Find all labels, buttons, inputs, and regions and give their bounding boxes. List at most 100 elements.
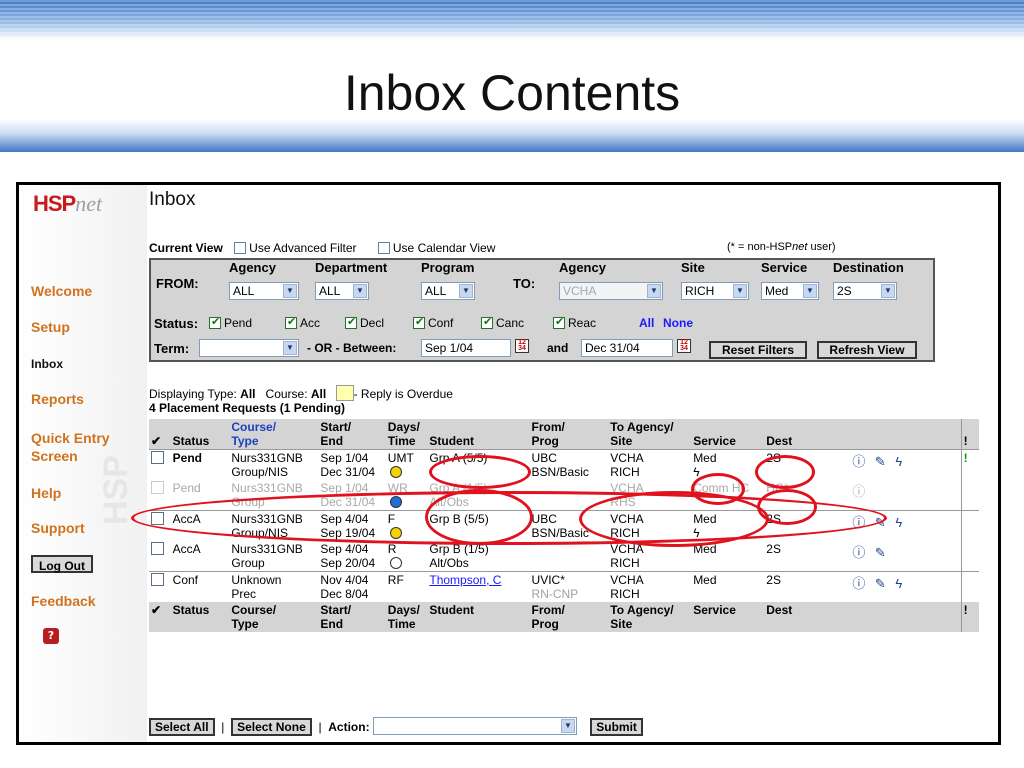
- nav-setup[interactable]: Setup: [31, 319, 70, 335]
- calendar-icon[interactable]: 12 34: [677, 339, 691, 353]
- destination-header: Destination: [833, 260, 904, 275]
- status-acc[interactable]: Acc: [285, 315, 320, 330]
- clock-icon: [389, 496, 402, 508]
- status-label: Status:: [154, 316, 199, 331]
- left-nav: HSPnet HSP Welcome Setup Inbox Reports Q…: [19, 185, 147, 742]
- course-column-header[interactable]: Course/: [231, 420, 276, 434]
- term-label: Term:: [154, 341, 190, 356]
- reac-checkbox[interactable]: [553, 315, 565, 329]
- from-program-select[interactable]: ALL ▼: [421, 282, 475, 300]
- table-row[interactable]: Pend Nurs331GNB Group/NIS Sep 1/04 Dec 31/…: [149, 449, 979, 480]
- table-row[interactable]: AccA Nurs331GNB Group Sep 4/04 Sep 20/04 R…: [149, 541, 979, 572]
- program-header: Program: [421, 260, 475, 275]
- overdue-legend-swatch: [335, 385, 354, 401]
- to-site-select[interactable]: RICH ▼: [681, 282, 749, 300]
- page-heading: Inbox: [149, 189, 196, 210]
- row-checkbox[interactable]: [151, 451, 164, 464]
- help-book-icon[interactable]: ?: [43, 628, 59, 644]
- nav-quick-entry-screen[interactable]: Quick Entry Screen: [31, 429, 141, 465]
- chevron-down-icon: ▼: [283, 284, 297, 298]
- lightning-icon: ϟ: [693, 526, 700, 540]
- to-destination-select[interactable]: 2S ▼: [833, 282, 897, 300]
- reset-filters-button[interactable]: Reset Filters: [709, 341, 807, 359]
- row-checkbox[interactable]: [151, 481, 164, 494]
- chevron-down-icon: ▼: [459, 284, 473, 298]
- chevron-down-icon: ▼: [647, 284, 661, 298]
- table-row[interactable]: AccA Nurs331GNB Group/NIS Sep 4/04 Sep 19/…: [149, 510, 979, 541]
- to-agency-select[interactable]: VCHA ▼: [559, 282, 663, 300]
- chevron-down-icon: ▼: [560, 719, 575, 733]
- refresh-view-button[interactable]: Refresh View: [817, 341, 917, 359]
- canc-checkbox[interactable]: [481, 315, 493, 329]
- nav-help[interactable]: Help: [31, 485, 61, 501]
- nav-feedback[interactable]: Feedback: [31, 593, 96, 609]
- chevron-down-icon: ▼: [803, 284, 817, 298]
- hspnet-logo: HSPnet: [33, 191, 103, 216]
- conf-checkbox[interactable]: [413, 315, 425, 329]
- flag-column-header: !: [960, 419, 979, 450]
- term-select[interactable]: ▼: [199, 339, 299, 357]
- end-date-input[interactable]: Dec 31/04: [581, 339, 673, 357]
- status-conf[interactable]: Conf: [413, 315, 453, 330]
- chevron-down-icon: ▼: [353, 284, 367, 298]
- row-actions-icons[interactable]: ⓘ ✎ ϟ: [850, 449, 962, 480]
- advanced-filter-checkbox[interactable]: [234, 242, 247, 254]
- acc-checkbox[interactable]: [285, 315, 297, 329]
- dest-column-header: Dest: [766, 434, 793, 448]
- pend-checkbox[interactable]: [209, 315, 221, 329]
- select-column-header: ✔: [151, 434, 162, 448]
- agency-header: Agency: [229, 260, 276, 275]
- calendar-icon[interactable]: 12 34: [515, 339, 529, 353]
- student-column-header[interactable]: Student: [427, 419, 529, 450]
- and-label: and: [547, 341, 569, 355]
- to-label: TO:: [513, 276, 536, 291]
- status-decl[interactable]: Decl: [345, 315, 384, 330]
- all-status-link[interactable]: All: [639, 316, 654, 330]
- row-checkbox[interactable]: [151, 573, 164, 586]
- select-none-button[interactable]: Select None: [231, 718, 312, 736]
- nav-support[interactable]: Support: [31, 520, 85, 536]
- row-actions-icons[interactable]: ⓘ ✎ ϟ: [850, 510, 962, 541]
- advanced-filter-label: Use Advanced Filter: [249, 241, 357, 255]
- log-out-button[interactable]: Log Out: [31, 555, 93, 573]
- row-actions-icons[interactable]: ⓘ ✎ ϟ: [850, 571, 962, 602]
- status-canc[interactable]: Canc: [481, 315, 524, 330]
- slide-title: Inbox Contents: [343, 65, 681, 121]
- decl-checkbox[interactable]: [345, 315, 357, 329]
- nav-reports[interactable]: Reports: [31, 391, 84, 407]
- chevron-down-icon: ▼: [733, 284, 747, 298]
- select-all-button[interactable]: Select All: [149, 718, 215, 736]
- status-column-header[interactable]: Status: [171, 419, 230, 450]
- inbox-content: Inbox Current View Use Advanced Filter U…: [149, 185, 998, 742]
- calendar-view-checkbox[interactable]: [377, 242, 390, 254]
- nav-welcome[interactable]: Welcome: [31, 283, 92, 299]
- status-reac[interactable]: Reac: [553, 315, 596, 330]
- type-column-header[interactable]: Type: [231, 434, 258, 448]
- table-row[interactable]: Pend Nurs331GNB Group Sep 1/04 Dec 31/04 W…: [149, 480, 979, 511]
- table-row[interactable]: Conf Unknown Prec Nov 4/04 Dec 8/04 RF Tho…: [149, 571, 979, 602]
- row-checkbox[interactable]: [151, 512, 164, 525]
- nav-inbox[interactable]: Inbox: [31, 357, 63, 371]
- lightning-icon: ϟ: [693, 465, 700, 479]
- summary: Displaying Type: All Course: All - Reply…: [149, 385, 453, 415]
- from-department-select[interactable]: ALL ▼: [315, 282, 369, 300]
- to-service-select[interactable]: Med ▼: [761, 282, 819, 300]
- clock-icon: [389, 557, 402, 569]
- start-date-input[interactable]: Sep 1/04: [421, 339, 511, 357]
- submit-button[interactable]: Submit: [590, 718, 643, 736]
- from-agency-select[interactable]: ALL ▼: [229, 282, 299, 300]
- row-checkbox[interactable]: [151, 542, 164, 555]
- row-actions-icons[interactable]: ⓘ ✎: [850, 541, 961, 572]
- placement-count: 4 Placement Requests (1 Pending): [149, 401, 346, 415]
- calendar-view-label: Use Calendar View: [392, 241, 496, 255]
- row-actions-icons[interactable]: ⓘ: [850, 480, 961, 511]
- clock-icon: [389, 527, 402, 539]
- service-column-header: Service: [693, 434, 736, 448]
- student-link[interactable]: Thompson, C: [429, 573, 501, 587]
- status-pend[interactable]: Pend: [209, 315, 252, 330]
- action-select[interactable]: ▼: [372, 717, 577, 735]
- action-bar: Select All | Select None | Action: ▼ Sub…: [149, 717, 643, 736]
- none-status-link[interactable]: None: [663, 316, 693, 330]
- table-header: ✔ Status Course/Type Start/End Days/Time…: [149, 419, 979, 450]
- department-header: Department: [315, 260, 388, 275]
